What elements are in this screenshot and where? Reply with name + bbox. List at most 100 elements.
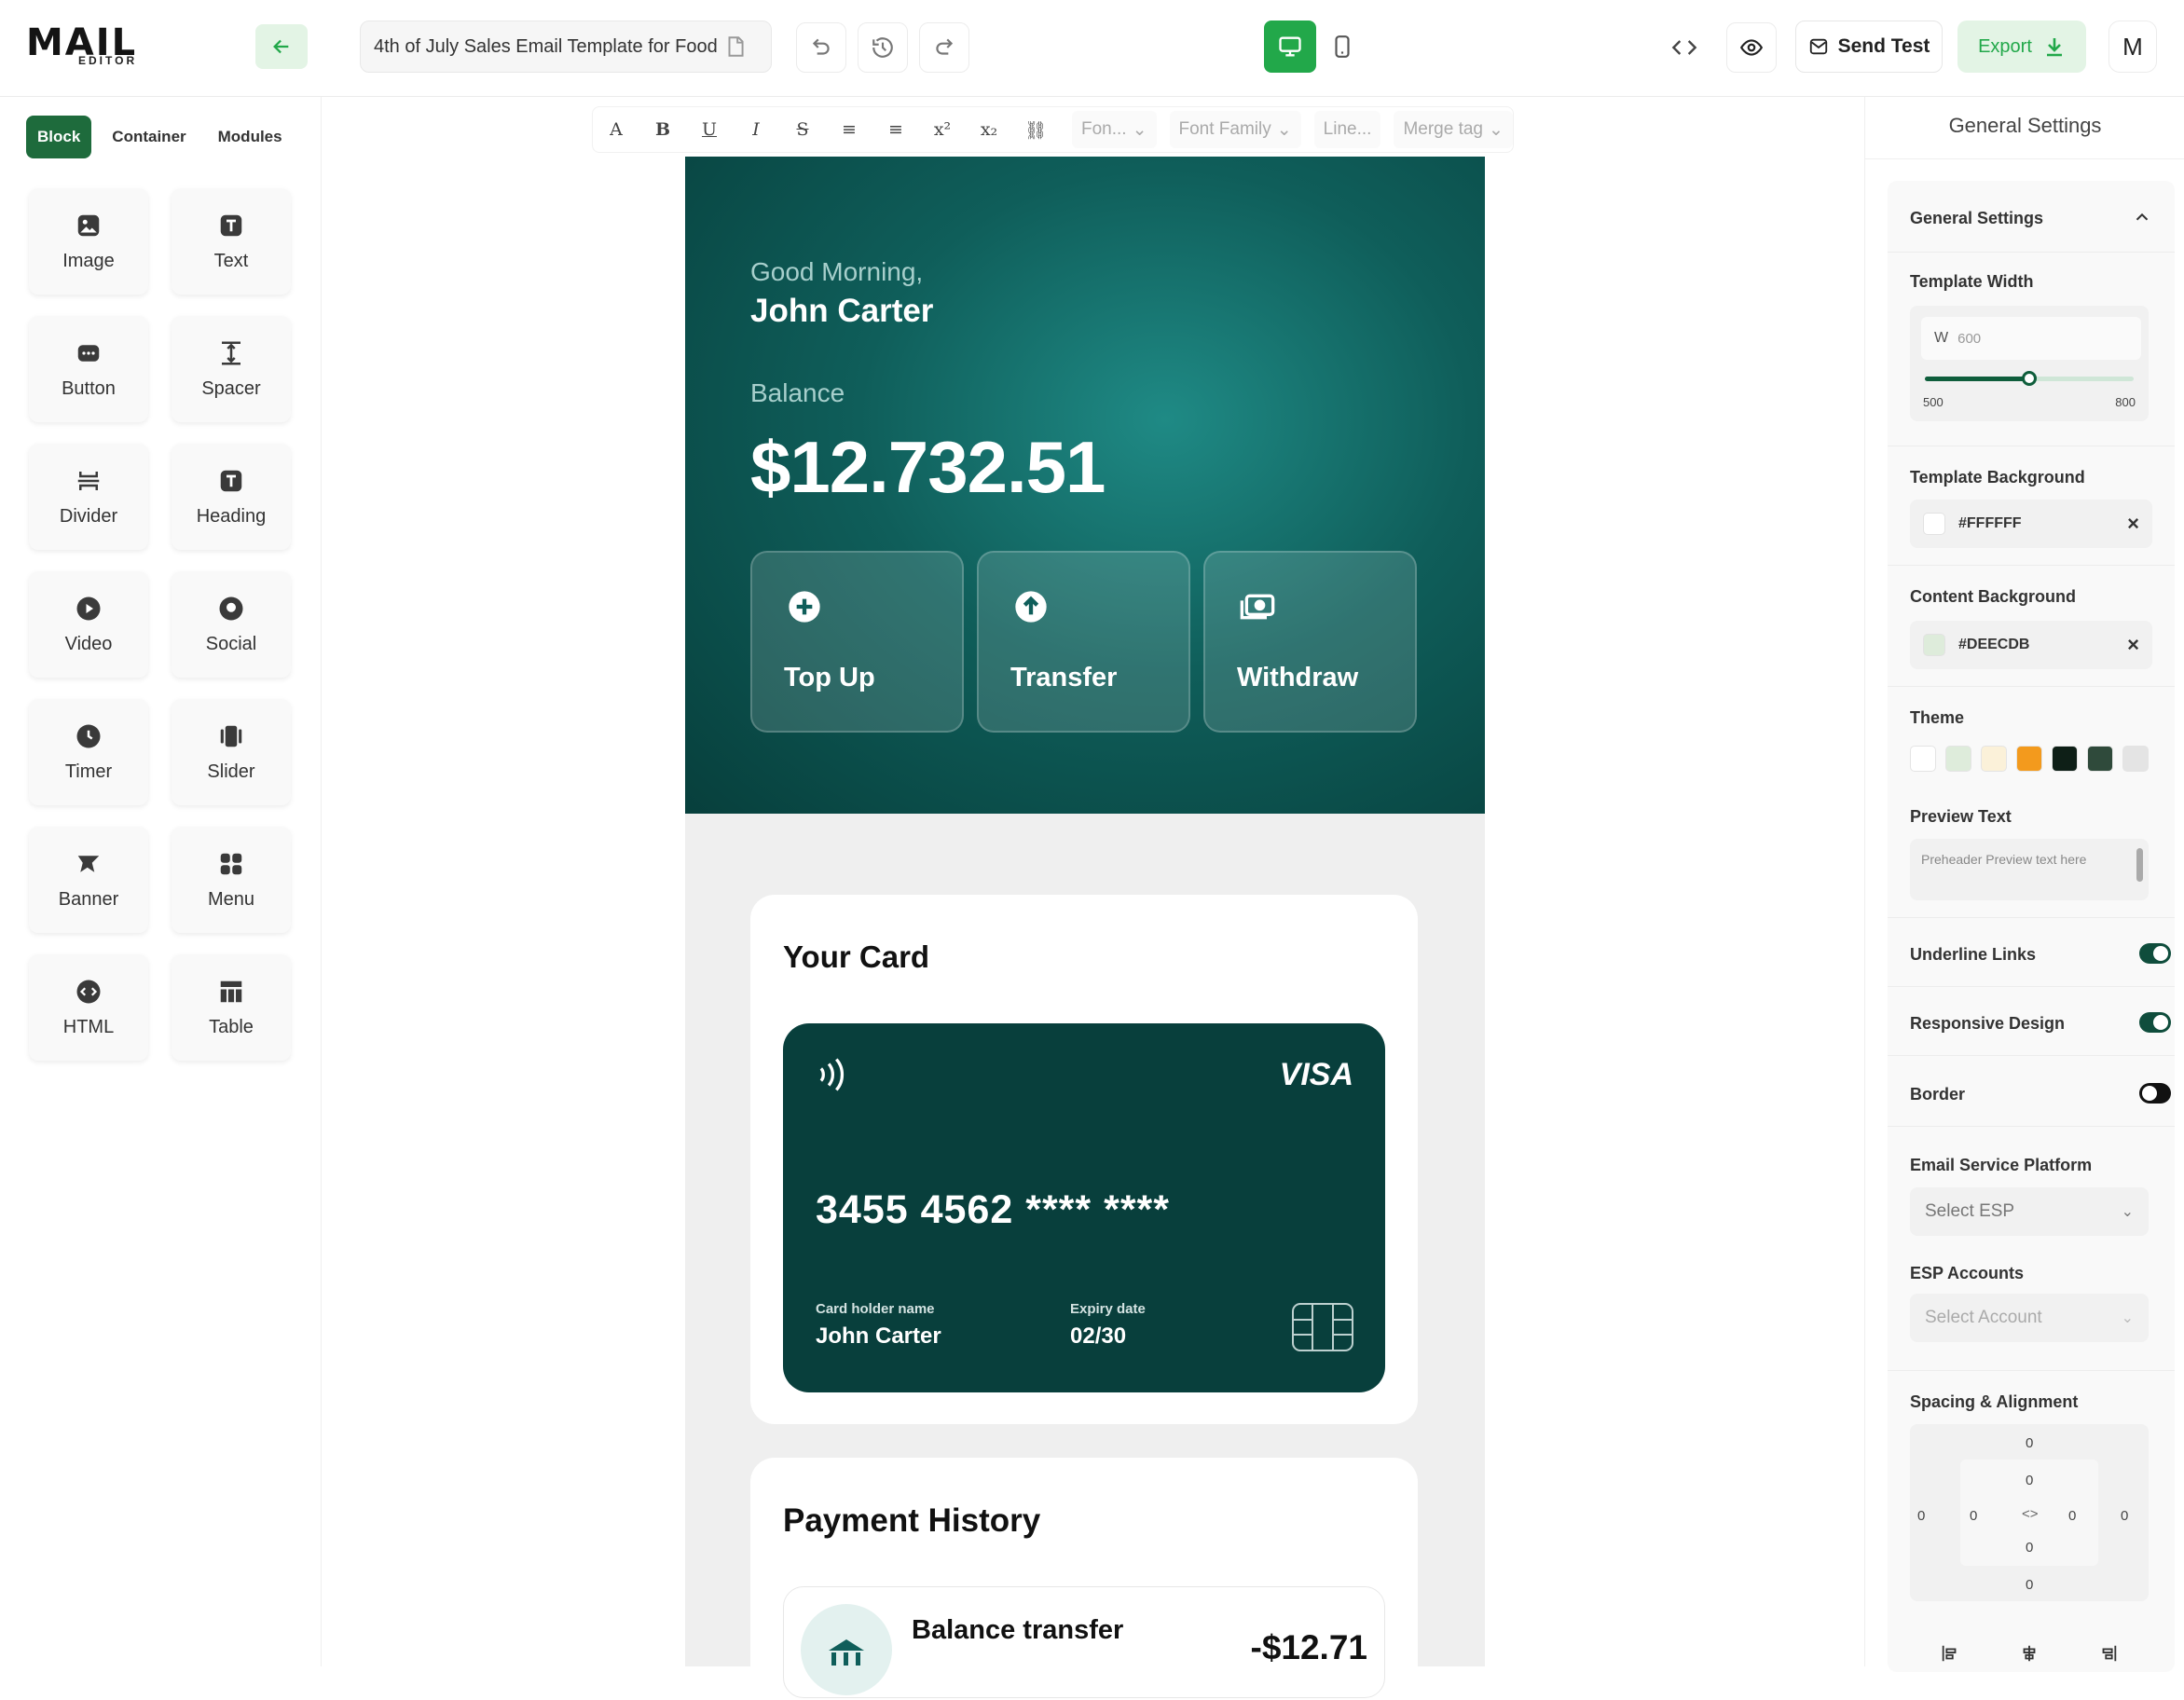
margin-top[interactable]: 0: [2026, 1435, 2033, 1451]
block-spacer[interactable]: Spacer: [172, 316, 291, 422]
user-name: John Carter: [750, 293, 934, 329]
close-icon[interactable]: ×: [2127, 633, 2139, 657]
underline-button[interactable]: U: [686, 107, 733, 152]
theme-swatch[interactable]: [1945, 746, 1971, 772]
withdraw-button[interactable]: Withdraw: [1203, 551, 1417, 733]
width-slider-thumb[interactable]: [2022, 371, 2037, 386]
margin-right[interactable]: 0: [2121, 1508, 2128, 1524]
chevron-up-icon[interactable]: [2132, 207, 2152, 227]
export-button[interactable]: Export: [1957, 21, 2086, 73]
scrollbar[interactable]: [2136, 848, 2143, 882]
font-size-select[interactable]: Fon... ⌄: [1072, 111, 1157, 148]
underline-links-label: Underline Links: [1910, 945, 2037, 964]
link-spacing-icon[interactable]: <>: [2022, 1506, 2039, 1522]
margin-bottom[interactable]: 0: [2026, 1577, 2033, 1593]
chip-icon: [1292, 1303, 1353, 1351]
content-background-field[interactable]: #DEECDB ×: [1910, 621, 2152, 669]
tab-block[interactable]: Block: [26, 116, 92, 158]
document-title-field[interactable]: 4th of July Sales Email Template for Foo…: [360, 21, 772, 73]
block-slider[interactable]: Slider: [172, 699, 291, 805]
top-up-button[interactable]: Top Up: [750, 551, 964, 733]
theme-swatch[interactable]: [1910, 746, 1936, 772]
block-heading[interactable]: Heading: [172, 444, 291, 550]
underline-links-toggle[interactable]: [2139, 943, 2171, 964]
numbered-list-button[interactable]: ≡: [872, 107, 919, 152]
block-image[interactable]: Image: [29, 188, 148, 295]
block-banner[interactable]: Banner: [29, 827, 148, 933]
account-select[interactable]: Select Account ⌄: [1910, 1294, 2149, 1342]
template-background-swatch[interactable]: [1923, 513, 1945, 535]
padding-right[interactable]: 0: [2068, 1508, 2076, 1524]
padding-top[interactable]: 0: [2026, 1473, 2033, 1488]
history-button[interactable]: [858, 22, 908, 73]
download-icon: [2046, 38, 2062, 57]
link-button[interactable]: ⛓: [1012, 107, 1059, 152]
tab-container[interactable]: Container: [101, 116, 197, 158]
theme-swatch[interactable]: [2087, 746, 2113, 772]
undo-button[interactable]: [796, 22, 846, 73]
mobile-view-button[interactable]: [1316, 21, 1368, 73]
divider: [1888, 565, 2175, 566]
theme-swatch[interactable]: [1981, 746, 2007, 772]
responsive-design-toggle[interactable]: [2139, 1012, 2171, 1033]
tab-modules[interactable]: Modules: [207, 116, 294, 158]
width-slider-fill: [1925, 377, 2029, 381]
content-background-swatch[interactable]: [1923, 634, 1945, 656]
align-right-icon[interactable]: [2098, 1643, 2119, 1664]
align-center-icon[interactable]: [2019, 1643, 2040, 1664]
back-button[interactable]: [255, 24, 308, 69]
padding-left[interactable]: 0: [1970, 1508, 1977, 1524]
theme-swatch[interactable]: [2016, 746, 2042, 772]
block-timer[interactable]: Timer: [29, 699, 148, 805]
font-color-button[interactable]: A: [593, 107, 639, 152]
align-left-icon[interactable]: [1940, 1643, 1960, 1664]
bold-button[interactable]: B: [639, 107, 686, 152]
settings-panel-title: General Settings: [1948, 114, 2102, 137]
desktop-view-button[interactable]: [1264, 21, 1316, 73]
theme-swatch[interactable]: [2122, 746, 2149, 772]
margin-left[interactable]: 0: [1917, 1508, 1925, 1524]
redo-button[interactable]: [919, 22, 969, 73]
email-preview[interactable]: Good Morning, John Carter Balance $12.73…: [685, 157, 1485, 1700]
transfer-button[interactable]: Transfer: [977, 551, 1190, 733]
user-avatar[interactable]: M: [2108, 21, 2157, 73]
merge-tag-select[interactable]: Merge tag ⌄: [1394, 111, 1513, 148]
bullet-list-button[interactable]: ≡: [826, 107, 872, 152]
preview-text-input[interactable]: Preheader Preview text here: [1910, 839, 2149, 900]
italic-button[interactable]: I: [733, 107, 779, 152]
padding-bottom[interactable]: 0: [2026, 1540, 2033, 1556]
preview-button[interactable]: [1726, 22, 1777, 73]
send-test-button[interactable]: Send Test: [1795, 21, 1943, 73]
general-settings-header[interactable]: General Settings: [1910, 209, 2043, 228]
block-button[interactable]: Button: [29, 316, 148, 422]
block-label: Divider: [59, 505, 118, 527]
template-background-field[interactable]: #FFFFFF ×: [1910, 500, 2152, 548]
image-icon: [77, 214, 100, 236]
border-toggle[interactable]: [2139, 1083, 2171, 1104]
hero-section[interactable]: Good Morning, John Carter Balance $12.73…: [685, 157, 1485, 814]
code-view-button[interactable]: [1659, 22, 1710, 73]
subscript-button[interactable]: x₂: [966, 107, 1012, 152]
block-menu[interactable]: Menu: [172, 827, 291, 933]
width-slider-track[interactable]: [1925, 371, 2134, 386]
line-height-select[interactable]: Line...: [1313, 111, 1381, 148]
block-text[interactable]: Text: [172, 188, 291, 295]
strikethrough-button[interactable]: S: [779, 107, 826, 152]
font-family-value: Font Family: [1178, 119, 1271, 139]
close-icon[interactable]: ×: [2127, 512, 2139, 536]
block-video[interactable]: Video: [29, 571, 148, 678]
payment-history-section[interactable]: Payment History Balance transfer -$12.71: [750, 1458, 1418, 1700]
superscript-button[interactable]: x²: [919, 107, 966, 152]
block-label: Image: [62, 250, 115, 271]
esp-select[interactable]: Select ESP ⌄: [1910, 1187, 2149, 1236]
theme-swatch[interactable]: [2052, 746, 2078, 772]
block-social[interactable]: Social: [172, 571, 291, 678]
template-width-label: Template Width: [1910, 272, 2034, 291]
font-family-select[interactable]: Font Family ⌄: [1169, 111, 1301, 148]
block-table[interactable]: Table: [172, 954, 291, 1061]
block-divider[interactable]: Divider: [29, 444, 148, 550]
block-html[interactable]: HTML: [29, 954, 148, 1061]
card-section[interactable]: Your Card VISA 3455 4562 **** **** Card …: [750, 895, 1418, 1424]
width-input[interactable]: W 600: [1921, 317, 2141, 360]
divider: [1888, 1370, 2175, 1371]
